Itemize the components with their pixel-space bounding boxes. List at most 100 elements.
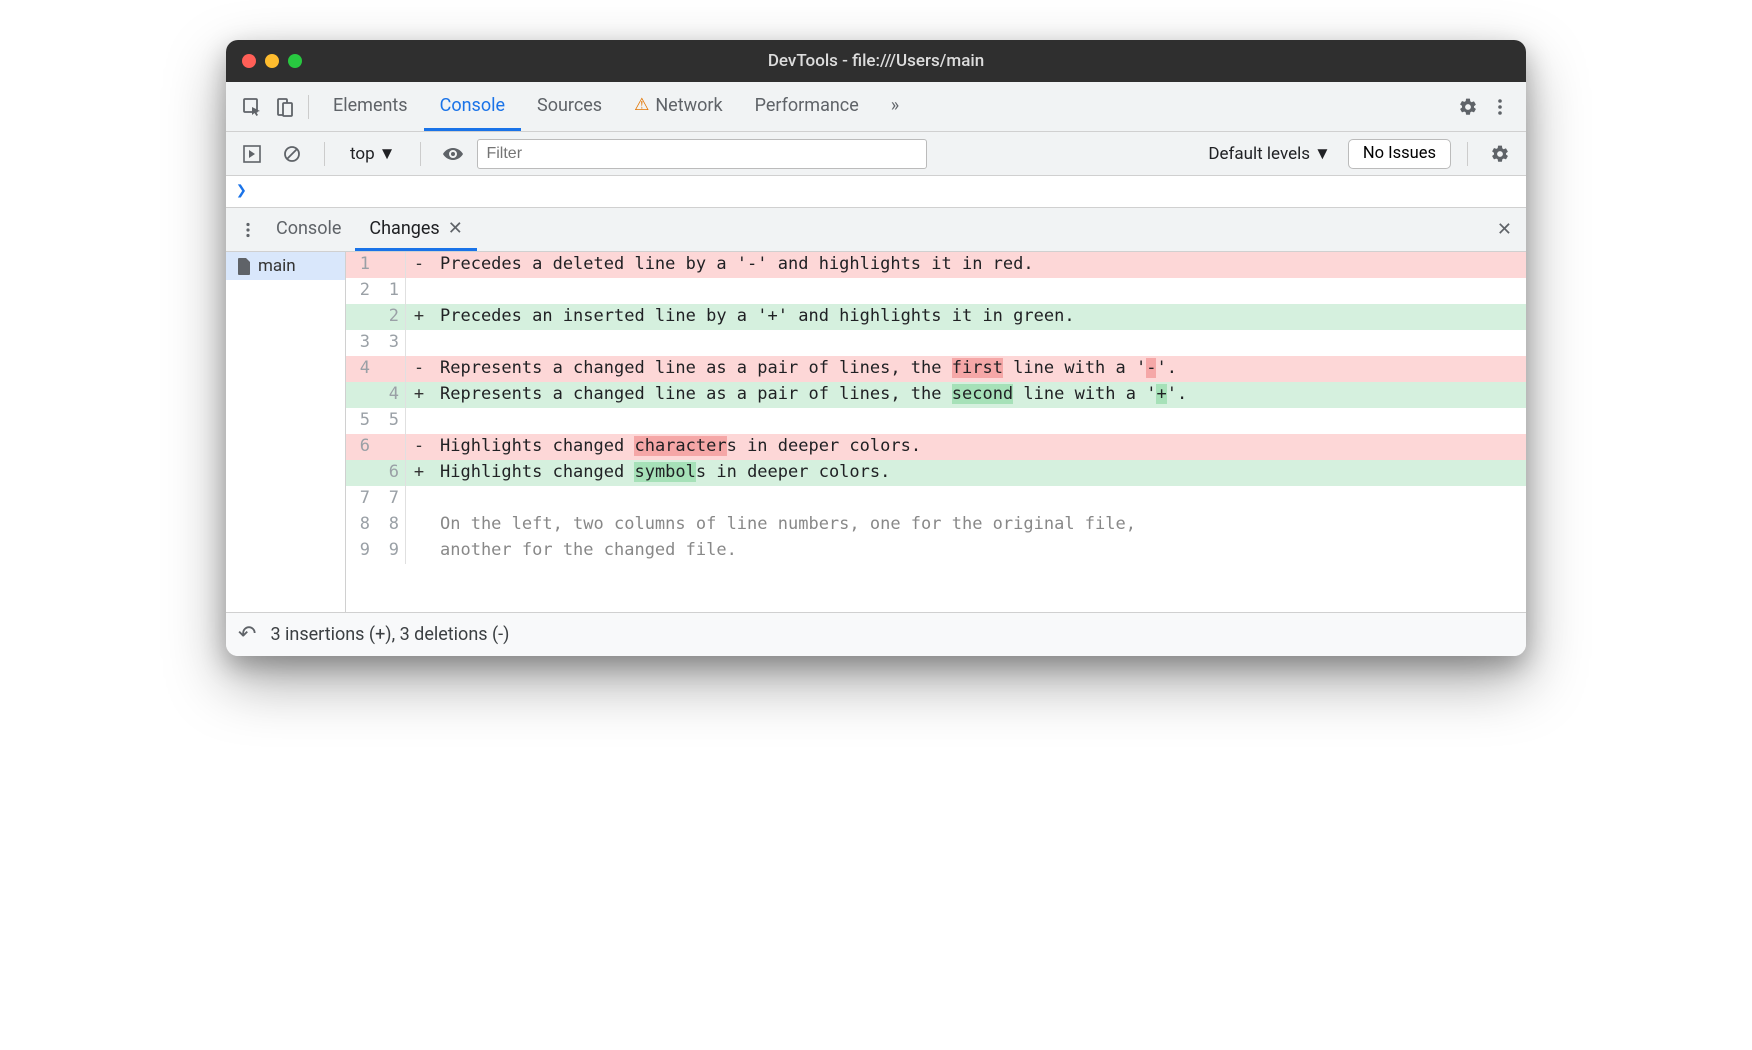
- gear-icon[interactable]: [1484, 138, 1516, 170]
- code-text: Represents a changed line as a pair of l…: [432, 356, 1526, 382]
- line-number-old: 1: [346, 252, 376, 278]
- line-number-new: 4: [376, 382, 406, 408]
- line-number-old: 7: [346, 486, 376, 512]
- code-text: Represents a changed line as a pair of l…: [432, 382, 1526, 408]
- undo-icon[interactable]: ↶: [238, 622, 256, 647]
- line-number-new: [376, 252, 406, 278]
- tab-label: Performance: [755, 95, 859, 116]
- changes-summary-bar: ↶ 3 insertions (+), 3 deletions (-): [226, 612, 1526, 656]
- tab-performance[interactable]: Performance: [739, 82, 875, 131]
- diff-marker: -: [406, 434, 432, 460]
- code-text: On the left, two columns of line numbers…: [432, 512, 1526, 538]
- line-number-old: 9: [346, 538, 376, 564]
- diff-row: 99 another for the changed file.: [346, 538, 1526, 564]
- code-text: [432, 486, 1526, 512]
- inserted-text: second: [952, 384, 1013, 404]
- main-tabs-bar: Elements Console Sources ⚠Network Performanc…: [226, 82, 1526, 132]
- changes-panel: main 1 - Precedes a deleted line by a '-' …: [226, 252, 1526, 612]
- levels-label: Default levels: [1208, 144, 1310, 164]
- diff-row: 88On the left, two columns of line numbe…: [346, 512, 1526, 538]
- file-tree: main: [226, 252, 346, 612]
- window-controls: [242, 54, 302, 68]
- line-number-old: [346, 304, 376, 330]
- device-toggle-icon[interactable]: [268, 91, 300, 123]
- line-number-new: 1: [376, 278, 406, 304]
- code-text: Precedes a deleted line by a '-' and hig…: [432, 252, 1526, 278]
- drawer-tabs-bar: Console Changes ✕ ✕: [226, 208, 1526, 252]
- code-text: another for the changed file.: [432, 538, 1526, 564]
- line-number-new: 5: [376, 408, 406, 434]
- diff-marker: [406, 278, 432, 304]
- diff-row: 4+Represents a changed line as a pair of…: [346, 382, 1526, 408]
- more-menu-icon[interactable]: [1484, 91, 1516, 123]
- context-label: top: [350, 144, 375, 164]
- line-number-old: 3: [346, 330, 376, 356]
- line-number-old: [346, 460, 376, 486]
- line-number-old: 4: [346, 356, 376, 382]
- maximize-window-button[interactable]: [288, 54, 302, 68]
- drawer-tab-label: Changes: [369, 218, 439, 239]
- separator: [308, 95, 309, 119]
- diff-marker: [406, 486, 432, 512]
- code-text: Precedes an inserted line by a '+' and h…: [432, 304, 1526, 330]
- diff-lines: 1 - Precedes a deleted line by a '-' and h…: [346, 252, 1526, 612]
- diff-marker: [406, 330, 432, 356]
- tab-network[interactable]: ⚠Network: [618, 82, 739, 131]
- diff-row: 1-Precedes a deleted line by a '-' and h…: [346, 252, 1526, 278]
- tab-sources[interactable]: Sources: [521, 82, 618, 131]
- line-number-new: 3: [376, 330, 406, 356]
- inspect-element-icon[interactable]: [236, 91, 268, 123]
- code-text: [432, 408, 1526, 434]
- drawer-tab-console[interactable]: Console: [262, 208, 355, 251]
- eye-icon[interactable]: [437, 138, 469, 170]
- console-prompt[interactable]: ❯: [226, 176, 1526, 208]
- summary-text: 3 insertions (+), 3 deletions (-): [270, 624, 509, 645]
- line-number-old: 6: [346, 434, 376, 460]
- close-window-button[interactable]: [242, 54, 256, 68]
- diff-row: 2+Precedes an inserted line by a '+' and…: [346, 304, 1526, 330]
- tab-label: Elements: [333, 95, 408, 116]
- context-selector[interactable]: top ▼: [341, 140, 404, 168]
- chevron-down-icon: ▼: [379, 144, 396, 164]
- execute-icon[interactable]: [236, 138, 268, 170]
- console-toolbar: top ▼ Default levels ▼ No Issues: [226, 132, 1526, 176]
- clear-console-icon[interactable]: [276, 138, 308, 170]
- file-item-main[interactable]: main: [226, 252, 345, 280]
- diff-marker: [406, 538, 432, 564]
- tab-console[interactable]: Console: [424, 82, 521, 131]
- issues-button[interactable]: No Issues: [1348, 139, 1451, 169]
- close-drawer-icon[interactable]: ✕: [1491, 219, 1518, 240]
- issues-label: No Issues: [1363, 144, 1436, 163]
- diff-row: 6-Highlights changed characters in deepe…: [346, 434, 1526, 460]
- line-number-new: [376, 356, 406, 382]
- tab-label: Console: [440, 95, 505, 116]
- close-tab-icon[interactable]: ✕: [448, 218, 463, 239]
- drawer-tab-changes[interactable]: Changes ✕: [355, 208, 476, 251]
- inserted-text: symbol: [634, 462, 695, 482]
- more-tabs-button[interactable]: »: [875, 82, 915, 131]
- diff-row: 55: [346, 408, 1526, 434]
- line-number-new: 8: [376, 512, 406, 538]
- line-number-new: 7: [376, 486, 406, 512]
- chevron-down-icon: ▼: [1314, 144, 1331, 164]
- tab-label: Sources: [537, 95, 602, 116]
- diff-row: 4 -Represents a changed line as a pair of…: [346, 356, 1526, 382]
- line-number-old: 2: [346, 278, 376, 304]
- diff-marker: [406, 408, 432, 434]
- deleted-text: character: [634, 436, 726, 456]
- tab-label: Network: [655, 95, 722, 116]
- line-number-old: 5: [346, 408, 376, 434]
- line-number-old: [346, 382, 376, 408]
- minimize-window-button[interactable]: [265, 54, 279, 68]
- filter-input[interactable]: [477, 139, 927, 169]
- tab-elements[interactable]: Elements: [317, 82, 424, 131]
- inserted-text: +: [1156, 384, 1166, 404]
- titlebar: DevTools - file:///Users/main: [226, 40, 1526, 82]
- diff-row: 21: [346, 278, 1526, 304]
- log-levels-selector[interactable]: Default levels ▼: [1199, 140, 1340, 168]
- line-number-new: 9: [376, 538, 406, 564]
- drawer-menu-icon[interactable]: [234, 208, 262, 251]
- deleted-text: -: [1146, 358, 1156, 378]
- gear-icon[interactable]: [1452, 91, 1484, 123]
- diff-marker: +: [406, 382, 432, 408]
